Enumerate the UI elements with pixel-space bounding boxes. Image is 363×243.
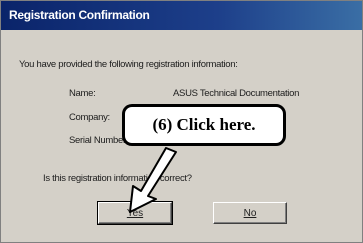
name-label: Name: xyxy=(69,88,96,99)
intro-text: You have provided the following registra… xyxy=(19,59,238,70)
serial-number-label: Serial Number: xyxy=(69,135,129,146)
company-label: Company: xyxy=(69,112,110,123)
no-button-label: No xyxy=(243,208,257,219)
yes-button-label: Yes xyxy=(126,208,144,219)
name-value: ASUS Technical Documentation xyxy=(173,88,300,99)
yes-button[interactable]: Yes xyxy=(97,201,173,225)
dialog-title: Registration Confirmation xyxy=(1,1,362,30)
confirmation-question: Is this registration information correct… xyxy=(43,173,192,184)
no-button[interactable]: No xyxy=(213,202,287,224)
instruction-callout: (6) Click here. xyxy=(122,104,286,146)
